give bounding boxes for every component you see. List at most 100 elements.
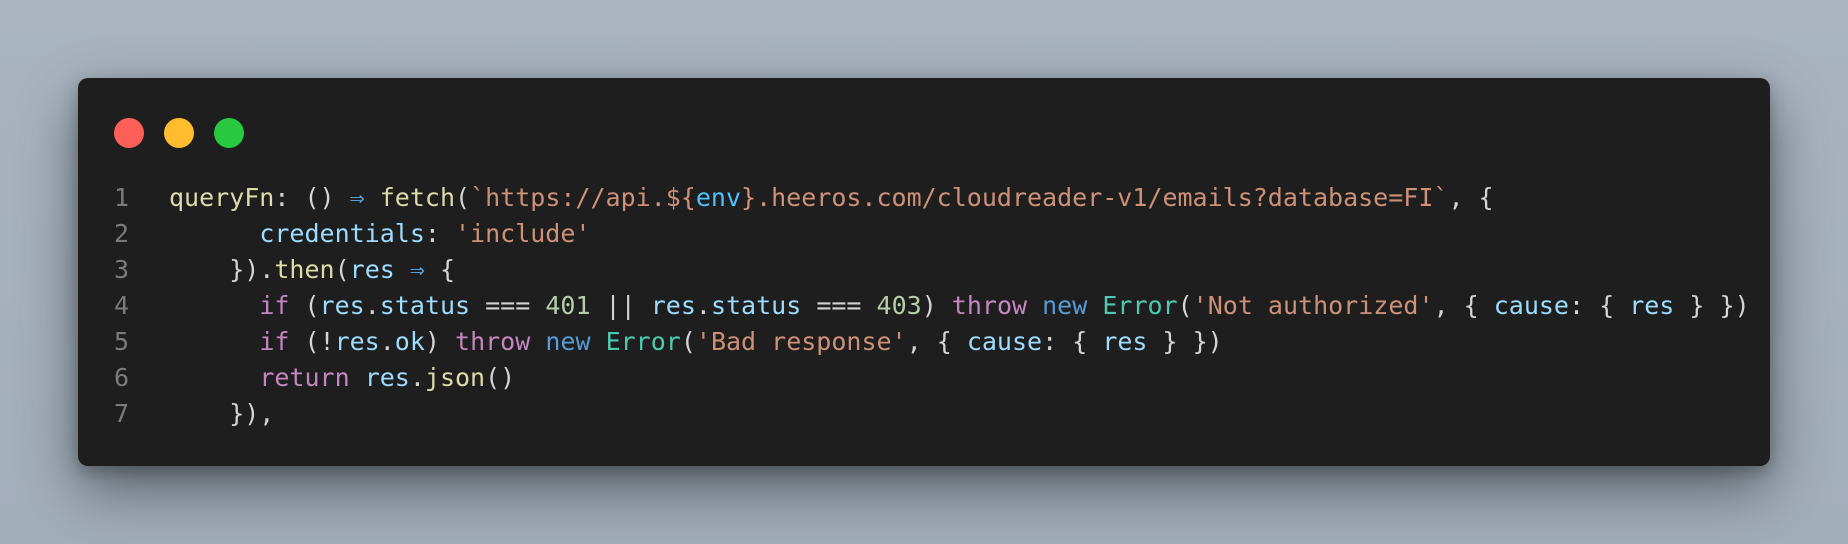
code-token: 401 (545, 291, 591, 320)
line-number: 4 (114, 291, 130, 320)
code-token: } }) (1147, 327, 1223, 356)
code-line: 1 queryFn: () ⇒ fetch(`https://api.${env}… (78, 180, 1770, 216)
minimize-button[interactable] (164, 118, 194, 148)
code-token: }.heeros.com/cloudreader-v1/emails?datab… (741, 183, 1449, 212)
code-token: Error (1102, 291, 1178, 320)
code-text: queryFn: () ⇒ fetch(`https://api.${env}.… (169, 180, 1494, 216)
code-token: ( (289, 291, 320, 320)
code-token: ( (455, 183, 471, 212)
code-line: 6 return res.json() (78, 360, 1770, 396)
line-number: 6 (114, 363, 130, 392)
code-token: 403 (876, 291, 922, 320)
line-number: 1 (114, 183, 130, 212)
code-token: res (650, 291, 696, 320)
code-token: . (695, 291, 711, 320)
code-token: 'include' (455, 219, 591, 248)
code-token: fetch (379, 183, 456, 212)
code-token: res (1629, 291, 1675, 320)
code-token: () (485, 363, 516, 392)
code-token: , { (906, 327, 967, 356)
code-token: 'Bad response' (695, 327, 907, 356)
code-token: cause (1493, 291, 1569, 320)
code-token: new (545, 327, 591, 356)
code-token: : { (1568, 291, 1630, 320)
line-number: 2 (114, 219, 130, 248)
code-token: res (319, 291, 365, 320)
code-token: === (816, 291, 862, 320)
code-token: ⇒ (349, 183, 365, 212)
code-token: }), (169, 399, 275, 428)
code-token: cause (966, 327, 1043, 356)
code-token: } }) (1674, 291, 1750, 320)
maximize-button[interactable] (214, 118, 244, 148)
code-token: env (695, 183, 742, 212)
code-token: . (364, 291, 380, 320)
code-line: 2 credentials: 'include' (78, 216, 1770, 252)
code-text: if (res.status === 401 || res.status ===… (169, 288, 1750, 324)
code-token: queryFn (169, 183, 275, 212)
code-token: : () (274, 183, 350, 212)
code-line: 3 }).then(res ⇒ { (78, 252, 1770, 288)
code-token: res (349, 255, 395, 284)
close-button[interactable] (114, 118, 144, 148)
code-token: , { (1433, 291, 1494, 320)
code-token: { (424, 255, 456, 284)
code-token: then (274, 255, 335, 284)
code-text: credentials: 'include' (169, 216, 590, 252)
code-token: json (424, 363, 486, 392)
code-text: if (!res.ok) throw new Error('Bad respon… (169, 324, 1223, 360)
code-token: === (485, 291, 531, 320)
line-number: 7 (114, 399, 130, 428)
code-token: ( (1177, 291, 1193, 320)
code-token: , { (1448, 183, 1494, 212)
code-token: ) (424, 327, 456, 356)
code-token: status (379, 291, 471, 320)
code-token: ( (334, 255, 350, 284)
code-line: 7 }), (78, 396, 1770, 432)
code-token: }). (169, 255, 275, 284)
code-token: || (590, 291, 651, 320)
code-token: status (710, 291, 802, 320)
code-token: ok (394, 327, 425, 356)
code-token: . (379, 327, 395, 356)
code-token: res (334, 327, 380, 356)
code-token: throw (951, 291, 1028, 320)
code-token: res (1102, 327, 1148, 356)
code-line: 5 if (!res.ok) throw new Error('Bad resp… (78, 324, 1770, 360)
code-token: throw (455, 327, 531, 356)
code-text: }).then(res ⇒ { (169, 252, 455, 288)
code-token: `https://api.${ (470, 183, 696, 212)
code-token: if (259, 327, 290, 356)
code-text: return res.json() (169, 360, 515, 396)
line-number: 3 (114, 255, 130, 284)
code-token: ⇒ (409, 255, 425, 284)
code-token: : { (1042, 327, 1103, 356)
line-number: 5 (114, 327, 130, 356)
code-token: new (1042, 291, 1088, 320)
code-token: (! (289, 327, 335, 356)
code-token: 'Not authorized' (1192, 291, 1434, 320)
code-token: if (259, 291, 290, 320)
code-token: : (424, 219, 455, 248)
code-token: . (409, 363, 425, 392)
code-window: 1 queryFn: () ⇒ fetch(`https://api.${env}… (78, 78, 1770, 466)
code-token: credentials (259, 219, 425, 248)
code-block: 1 queryFn: () ⇒ fetch(`https://api.${env}… (78, 180, 1770, 432)
code-token: Error (605, 327, 681, 356)
window-controls (114, 118, 244, 148)
